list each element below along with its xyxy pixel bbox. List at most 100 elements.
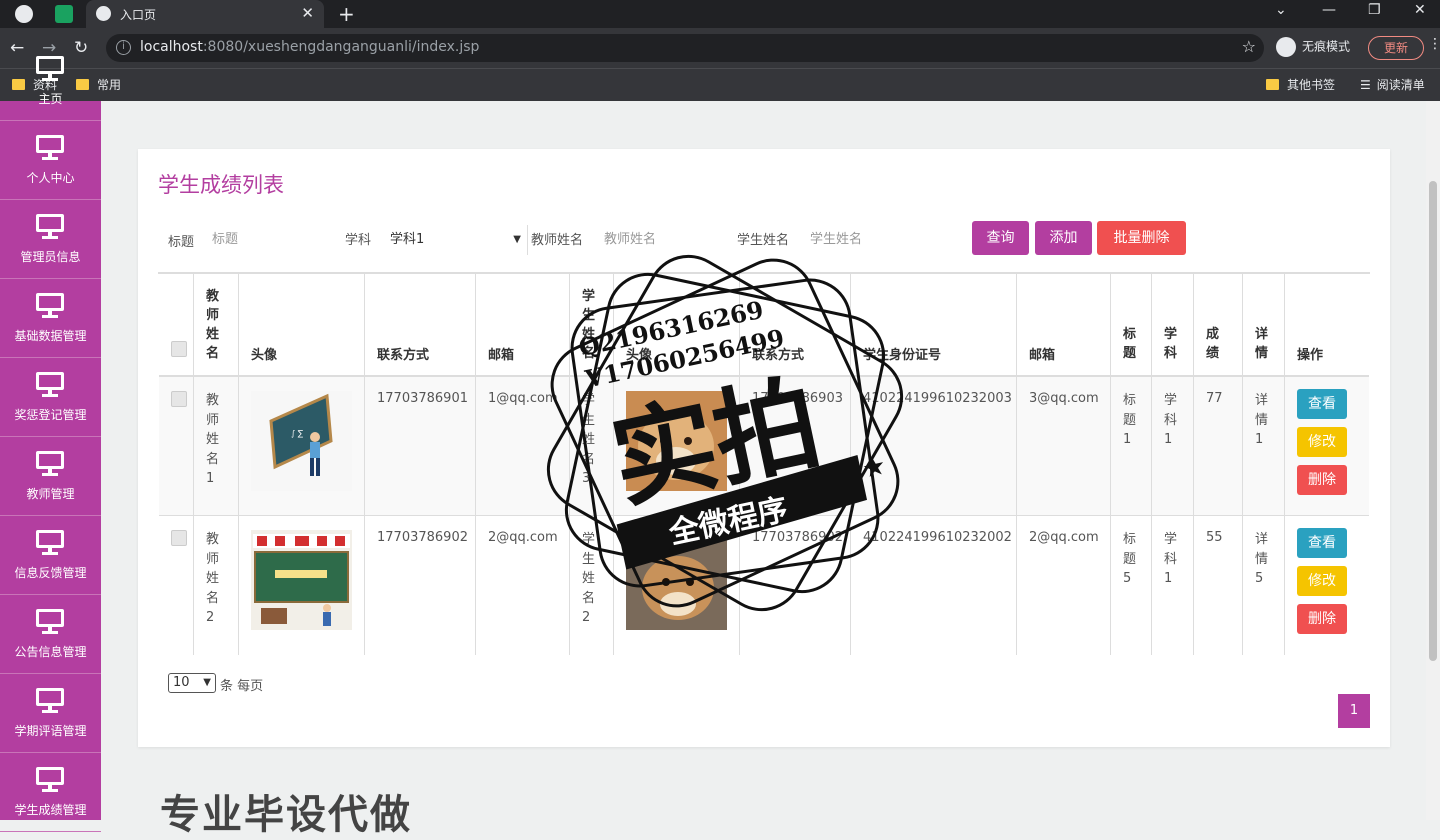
header-label: 成绩 bbox=[1206, 327, 1220, 361]
select-all-checkbox[interactable] bbox=[171, 341, 187, 357]
close-window-icon[interactable]: ✕ bbox=[1414, 2, 1426, 18]
sidebar-item-label: 信息反馈管理 bbox=[14, 566, 87, 580]
col-title: 标题 bbox=[1111, 273, 1152, 375]
teacher-avatar-image bbox=[251, 530, 352, 630]
page-title: 学生成绩列表 bbox=[158, 173, 284, 197]
col-student-email: 邮箱 bbox=[1017, 273, 1111, 375]
teacher-name: 教师姓名2 bbox=[206, 532, 220, 625]
score-cell: 55 bbox=[1194, 516, 1243, 655]
sidebar-item-comments[interactable]: 学期评语管理 bbox=[0, 674, 101, 753]
actions-cell: 查看 修改 删除 bbox=[1285, 377, 1369, 515]
close-tab-icon[interactable]: ✕ bbox=[301, 4, 314, 22]
teacher-phone: 17703786901 bbox=[377, 391, 468, 406]
sidebar-item-label: 学生成绩管理 bbox=[14, 803, 87, 817]
monitor-icon bbox=[36, 688, 64, 714]
edit-button[interactable]: 修改 bbox=[1297, 427, 1347, 457]
detail-value: 详情1 bbox=[1255, 393, 1269, 447]
scrollbar-thumb[interactable] bbox=[1429, 181, 1437, 661]
filter-subject-label: 学科 bbox=[345, 233, 372, 248]
sidebar-item-rewards[interactable]: 奖惩登记管理 bbox=[0, 358, 101, 437]
page-size-select[interactable]: 10 ▼ bbox=[168, 673, 216, 693]
bookmark-folder[interactable]: 其他书签 bbox=[1266, 76, 1335, 93]
teacher-phone-cell: 17703786901 bbox=[365, 377, 476, 515]
sidebar-item-basic-data[interactable]: 基础数据管理 bbox=[0, 279, 101, 358]
sidebar-item-scores[interactable]: 学生成绩管理 bbox=[0, 753, 101, 832]
teacher-name: 教师姓名1 bbox=[206, 393, 220, 486]
sidebar: 主页 个人中心 管理员信息 基础数据管理 奖惩登记管理 教师管理 信息反馈管理 … bbox=[0, 56, 101, 832]
sidebar-item-label: 奖惩登记管理 bbox=[14, 408, 87, 422]
filter-title-input[interactable]: 标题 bbox=[204, 225, 324, 255]
header-label: 邮箱 bbox=[488, 348, 515, 363]
vertical-scrollbar[interactable] bbox=[1426, 101, 1440, 820]
monitor-icon bbox=[36, 135, 64, 161]
restore-icon[interactable]: ❐ bbox=[1368, 2, 1381, 18]
folder-icon bbox=[1266, 79, 1279, 90]
browser-globe-icon[interactable] bbox=[15, 5, 33, 23]
sidebar-item-home[interactable]: 主页 bbox=[0, 42, 101, 121]
student-email: 3@qq.com bbox=[1029, 391, 1099, 406]
url-host: localhost bbox=[140, 39, 203, 55]
add-button[interactable]: 添加 bbox=[1035, 221, 1092, 255]
minimize-icon[interactable]: — bbox=[1322, 2, 1336, 18]
monitor-icon bbox=[36, 451, 64, 477]
sidebar-item-admins[interactable]: 管理员信息 bbox=[0, 200, 101, 279]
header-label: 邮箱 bbox=[1029, 348, 1056, 363]
teacher-avatar-cell bbox=[239, 516, 365, 655]
tab-search-icon[interactable]: ⌄ bbox=[1275, 2, 1287, 18]
view-button[interactable]: 查看 bbox=[1297, 528, 1347, 558]
detail-cell: 详情5 bbox=[1243, 516, 1285, 655]
student-email-cell: 2@qq.com bbox=[1017, 516, 1111, 655]
page-size-label: 条 每页 bbox=[220, 679, 264, 694]
tab-active[interactable]: 入口页 ✕ bbox=[86, 0, 324, 28]
batch-delete-button[interactable]: 批量删除 bbox=[1097, 221, 1186, 255]
col-teacher-phone: 联系方式 bbox=[365, 273, 476, 375]
score-value: 77 bbox=[1206, 391, 1223, 406]
filter-title-label: 标题 bbox=[168, 235, 195, 250]
teacher-name-cell: 教师姓名1 bbox=[194, 377, 239, 515]
subject-cell: 学科1 bbox=[1152, 377, 1194, 515]
incognito-indicator[interactable]: 无痕模式 bbox=[1276, 37, 1350, 57]
subject-value: 学科1 bbox=[1164, 532, 1178, 586]
star-icon: ★ bbox=[860, 451, 889, 485]
sidebar-item-feedback[interactable]: 信息反馈管理 bbox=[0, 516, 101, 595]
score-cell: 77 bbox=[1194, 377, 1243, 515]
row-checkbox[interactable] bbox=[171, 530, 187, 546]
bookmark-star-icon[interactable]: ☆ bbox=[1242, 37, 1256, 56]
detail-value: 详情5 bbox=[1255, 532, 1269, 586]
sidebar-item-profile[interactable]: 个人中心 bbox=[0, 121, 101, 200]
title-value: 标题1 bbox=[1123, 393, 1137, 447]
monitor-icon bbox=[36, 372, 64, 398]
actions-cell: 查看 修改 删除 bbox=[1285, 516, 1369, 655]
header-label: 操作 bbox=[1297, 348, 1324, 363]
menu-icon[interactable]: ⋮ bbox=[1428, 36, 1440, 52]
header-label: 头像 bbox=[251, 348, 278, 363]
sheets-tab-icon[interactable] bbox=[55, 5, 73, 23]
update-button[interactable]: 更新 bbox=[1368, 36, 1424, 60]
col-actions: 操作 bbox=[1285, 273, 1369, 375]
tab-bar: 入口页 ✕ + ⌄ — ❐ ✕ bbox=[0, 0, 1440, 28]
page-number-button[interactable]: 1 bbox=[1338, 694, 1370, 728]
delete-button[interactable]: 删除 bbox=[1297, 604, 1347, 634]
reading-list[interactable]: ☰ 阅读清单 bbox=[1360, 76, 1425, 93]
row-checkbox[interactable] bbox=[171, 391, 187, 407]
score-value: 55 bbox=[1206, 530, 1223, 545]
sidebar-item-notices[interactable]: 公告信息管理 bbox=[0, 595, 101, 674]
url-field[interactable]: i localhost:8080/xueshengdanganguanli/in… bbox=[106, 34, 1264, 62]
filter-subject-select[interactable]: 学科1 ▼ bbox=[382, 225, 528, 255]
query-button[interactable]: 查询 bbox=[972, 221, 1029, 255]
teacher-name-cell: 教师姓名2 bbox=[194, 516, 239, 655]
monitor-icon bbox=[36, 293, 64, 319]
sidebar-item-teachers[interactable]: 教师管理 bbox=[0, 437, 101, 516]
header-label: 学科 bbox=[1164, 327, 1178, 361]
sidebar-item-label: 教师管理 bbox=[26, 487, 75, 501]
reading-list-icon: ☰ bbox=[1360, 78, 1371, 92]
new-tab-icon[interactable]: + bbox=[338, 2, 355, 26]
bookmarks-bar: 资料 常用 其他书签 ☰ 阅读清单 bbox=[0, 68, 1440, 101]
info-icon[interactable]: i bbox=[116, 40, 131, 55]
view-button[interactable]: 查看 bbox=[1297, 389, 1347, 419]
sidebar-item-label: 公告信息管理 bbox=[14, 645, 87, 659]
edit-button[interactable]: 修改 bbox=[1297, 566, 1347, 596]
monitor-icon bbox=[36, 530, 64, 556]
delete-button[interactable]: 删除 bbox=[1297, 465, 1347, 495]
subject-cell: 学科1 bbox=[1152, 516, 1194, 655]
